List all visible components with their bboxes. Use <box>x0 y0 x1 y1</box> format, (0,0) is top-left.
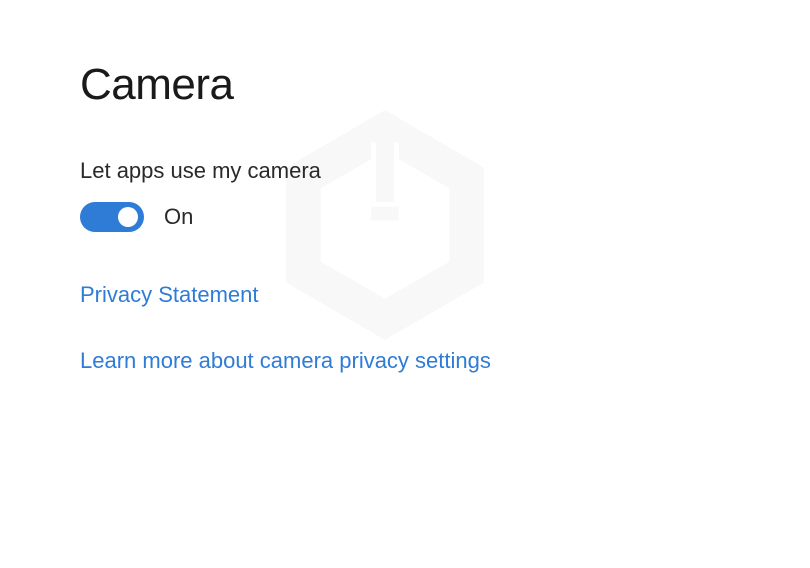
page-title: Camera <box>80 60 730 110</box>
settings-page: Camera Let apps use my camera On Privacy… <box>80 60 730 374</box>
privacy-statement-link[interactable]: Privacy Statement <box>80 282 730 308</box>
camera-toggle[interactable] <box>80 202 144 232</box>
toggle-state-label: On <box>164 204 193 230</box>
toggle-row: On <box>80 202 730 232</box>
toggle-knob <box>118 207 138 227</box>
camera-toggle-label: Let apps use my camera <box>80 158 730 184</box>
learn-more-link[interactable]: Learn more about camera privacy settings <box>80 348 730 374</box>
